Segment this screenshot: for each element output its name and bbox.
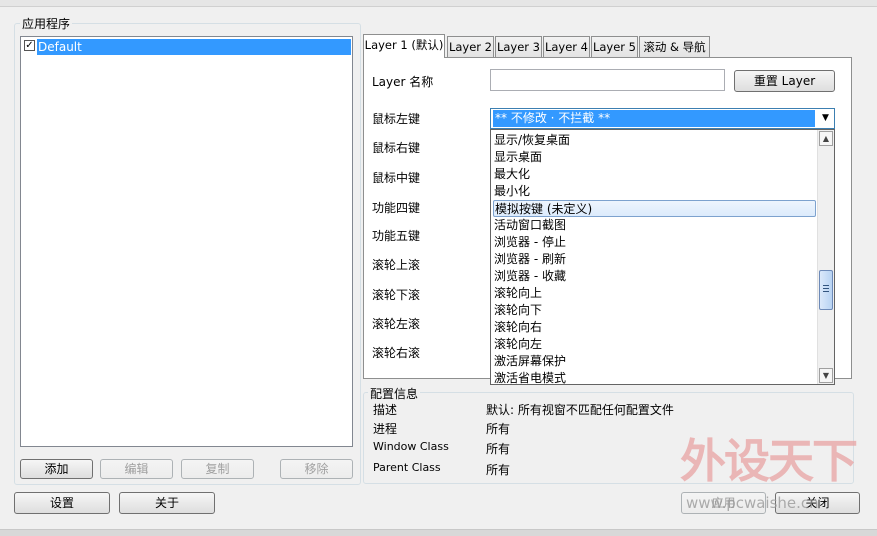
mouse-left-select-value: ** 不修改 · 不拦截 ** <box>493 110 815 127</box>
thumb-grip <box>823 288 829 289</box>
dropdown-option[interactable]: 滚轮向右 <box>493 319 816 336</box>
button-five-label: 功能五键 <box>372 229 421 243</box>
dropdown-option[interactable]: 浏览器 - 停止 <box>493 234 816 251</box>
dropdown-option[interactable]: 最大化 <box>493 166 816 183</box>
dropdown-option[interactable]: 激活省电模式 <box>493 370 816 384</box>
layer-name-input[interactable] <box>490 69 725 91</box>
tab-layer-2[interactable]: Layer 2 <box>447 36 494 57</box>
dropdown-option[interactable]: 浏览器 - 收藏 <box>493 268 816 285</box>
checkbox-icon[interactable]: ✓ <box>24 40 35 51</box>
tab-layer-3[interactable]: Layer 3 <box>495 36 542 57</box>
dropdown-option[interactable]: 模拟按键 (未定义) <box>493 200 816 217</box>
layer-name-label: Layer 名称 <box>372 75 434 89</box>
list-item-label: Default <box>37 39 351 55</box>
edit-button[interactable]: 编辑 <box>100 459 173 479</box>
dropdown-option[interactable]: 最小化 <box>493 183 816 200</box>
dropdown-option[interactable]: 滚轮向下 <box>493 302 816 319</box>
config-process-label: 进程 <box>373 422 398 436</box>
list-item-default[interactable]: ✓ Default <box>23 39 351 55</box>
remove-button[interactable]: 移除 <box>280 459 353 479</box>
tab-scroll-navigation[interactable]: 滚动 & 导航 <box>639 36 710 57</box>
dropdown-option[interactable]: 显示桌面 <box>493 149 816 166</box>
scroll-thumb[interactable] <box>819 270 833 310</box>
tab-layer-5[interactable]: Layer 5 <box>591 36 638 57</box>
config-parent-class-value: 所有 <box>486 463 511 477</box>
tab-layer-4[interactable]: Layer 4 <box>543 36 590 57</box>
config-description-label: 描述 <box>373 403 398 417</box>
window-top-edge <box>0 0 877 7</box>
config-process-value: 所有 <box>486 422 511 436</box>
reset-layer-button[interactable]: 重置 Layer <box>734 70 835 92</box>
mouse-left-select[interactable]: ** 不修改 · 不拦截 ** ▼ <box>490 108 835 129</box>
dropdown-option[interactable]: 激活屏幕保护 <box>493 353 816 370</box>
about-button[interactable]: 关于 <box>119 492 215 514</box>
wheel-down-label: 滚轮下滚 <box>372 288 421 302</box>
mouse-left-dropdown-list[interactable]: 显示/恢复桌面 显示桌面 最大化 最小化 模拟按键 (未定义) 活动窗口截图 浏览器 - 停… <box>490 129 835 385</box>
dropdown-scrollbar[interactable]: ▲ ▼ <box>817 130 834 384</box>
settings-button[interactable]: 设置 <box>14 492 110 514</box>
thumb-grip <box>823 285 829 286</box>
mouse-left-label: 鼠标左键 <box>372 112 421 126</box>
config-description-value: 默认: 所有视窗不匹配任何配置文件 <box>486 403 674 417</box>
dropdown-option[interactable]: 滚轮向上 <box>493 285 816 302</box>
mouse-middle-label: 鼠标中键 <box>372 171 421 185</box>
thumb-grip <box>823 291 829 292</box>
dropdown-option[interactable]: 浏览器 - 刷新 <box>493 251 816 268</box>
applications-list[interactable]: ✓ Default <box>20 36 353 447</box>
close-button[interactable]: 关闭 <box>775 492 860 514</box>
config-info-title: 配置信息 <box>368 385 421 402</box>
mouse-right-label: 鼠标右键 <box>372 141 421 155</box>
add-button[interactable]: 添加 <box>20 459 93 479</box>
tab-layer-1[interactable]: Layer 1 (默认) <box>363 34 445 58</box>
dropdown-option[interactable]: 活动窗口截图 <box>493 217 816 234</box>
config-window-class-value: 所有 <box>486 442 511 456</box>
config-parent-class-label: Parent Class <box>373 461 441 474</box>
scroll-down-icon[interactable]: ▼ <box>819 368 833 383</box>
apply-button[interactable]: 应用 <box>681 492 766 514</box>
copy-button[interactable]: 复制 <box>181 459 254 479</box>
wheel-right-label: 滚轮右滚 <box>372 346 421 360</box>
dropdown-option[interactable]: 显示/恢复桌面 <box>493 132 816 149</box>
dropdown-arrow-icon[interactable]: ▼ <box>818 110 833 127</box>
wheel-left-label: 滚轮左滚 <box>372 317 421 331</box>
scroll-up-icon[interactable]: ▲ <box>819 131 833 146</box>
config-window-class-label: Window Class <box>373 440 449 453</box>
button-four-label: 功能四键 <box>372 201 421 215</box>
dropdown-option[interactable]: 滚轮向左 <box>493 336 816 353</box>
applications-group-title: 应用程序 <box>20 15 73 32</box>
wheel-up-label: 滚轮上滚 <box>372 258 421 272</box>
